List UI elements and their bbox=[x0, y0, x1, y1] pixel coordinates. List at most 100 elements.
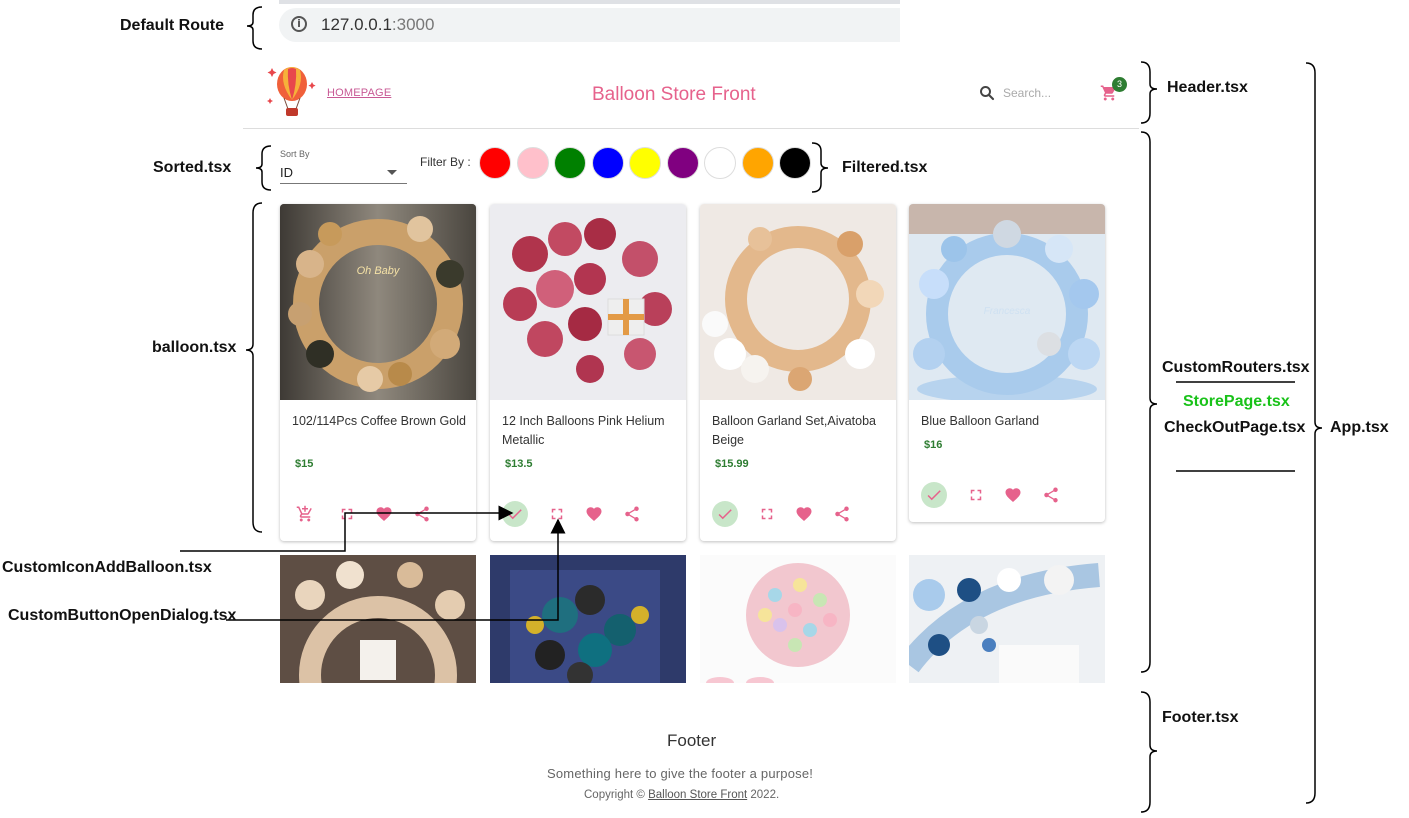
check-icon bbox=[508, 509, 522, 520]
chevron-down-icon[interactable] bbox=[387, 170, 397, 175]
footer-subtitle: Something here to give the footer a purp… bbox=[547, 766, 814, 781]
product-image[interactable]: Francesca bbox=[909, 204, 1105, 400]
heart-icon bbox=[376, 507, 392, 522]
address-bar[interactable]: i 127.0.0.1:3000 bbox=[279, 8, 900, 42]
heart-icon bbox=[1005, 488, 1021, 503]
favorite-button[interactable] bbox=[791, 501, 817, 527]
product-name: Balloon Garland Set,Aivatoba Beige bbox=[712, 414, 876, 447]
open-dialog-button[interactable] bbox=[334, 501, 360, 527]
color-swatch[interactable] bbox=[666, 147, 699, 179]
product-price: $13.5 bbox=[505, 458, 533, 470]
url-host: 127.0.0.1 bbox=[321, 15, 392, 34]
share-icon bbox=[625, 506, 639, 522]
annotation-default-route: Default Route bbox=[120, 17, 224, 34]
product-card bbox=[490, 555, 686, 683]
product-image[interactable] bbox=[490, 555, 686, 683]
annotation-app: App.tsx bbox=[1330, 419, 1389, 436]
fullscreen-icon bbox=[761, 508, 773, 520]
search-icon[interactable] bbox=[978, 84, 996, 102]
color-swatch[interactable] bbox=[779, 147, 811, 179]
open-dialog-button[interactable] bbox=[754, 501, 780, 527]
search-input[interactable]: Search... bbox=[1003, 86, 1051, 100]
cart-count-badge: 3 bbox=[1112, 77, 1127, 92]
product-card bbox=[700, 555, 896, 683]
footer-copyright: Copyright © Balloon Store Front 2022. bbox=[584, 789, 779, 801]
annotation-header: Header.tsx bbox=[1167, 79, 1248, 96]
product-price: $16 bbox=[924, 439, 943, 451]
filter-label: Filter By : bbox=[420, 155, 471, 169]
sort-label: Sort By bbox=[280, 149, 310, 159]
sort-underline bbox=[280, 183, 407, 184]
add-cart-icon bbox=[296, 505, 312, 522]
fullscreen-icon bbox=[551, 508, 563, 520]
homepage-link[interactable]: HOMEPAGE bbox=[327, 87, 391, 99]
heart-icon bbox=[796, 507, 812, 522]
check-icon bbox=[718, 509, 732, 520]
copyright-suffix: 2022. bbox=[747, 789, 780, 801]
color-swatch[interactable] bbox=[629, 147, 661, 179]
store-title: Balloon Store Front bbox=[592, 84, 756, 105]
browser-chrome-top bbox=[279, 0, 900, 4]
share-icon bbox=[415, 506, 429, 522]
check-icon bbox=[927, 490, 941, 501]
annotation-custom-routers: CustomRouters.tsx bbox=[1162, 359, 1310, 376]
info-icon[interactable]: i bbox=[291, 16, 307, 32]
product-price: $15.99 bbox=[715, 458, 749, 470]
annotation-balloon: balloon.tsx bbox=[152, 339, 237, 356]
product-card: Oh Baby 102/114Pcs Coffee Brown Gold $15 bbox=[280, 204, 476, 541]
product-image[interactable] bbox=[700, 555, 896, 683]
annotation-checkout-page: CheckOutPage.tsx bbox=[1164, 419, 1306, 436]
in-cart-button[interactable] bbox=[502, 501, 528, 527]
product-card: Balloon Garland Set,Aivatoba Beige $15.9… bbox=[700, 204, 896, 541]
add-to-cart-button[interactable] bbox=[292, 501, 318, 527]
url-port: :3000 bbox=[391, 15, 435, 34]
fullscreen-icon bbox=[970, 489, 982, 501]
favorite-button[interactable] bbox=[581, 501, 607, 527]
product-card bbox=[280, 555, 476, 683]
share-icon bbox=[1044, 487, 1058, 503]
share-button[interactable] bbox=[1038, 482, 1064, 508]
search-box[interactable]: Search... bbox=[978, 84, 1078, 104]
product-image[interactable] bbox=[700, 204, 896, 400]
color-swatch[interactable] bbox=[591, 147, 624, 179]
share-button[interactable] bbox=[619, 501, 645, 527]
favorite-button[interactable] bbox=[1000, 482, 1026, 508]
product-image[interactable] bbox=[280, 555, 476, 683]
share-button[interactable] bbox=[409, 501, 435, 527]
copyright-link[interactable]: Balloon Store Front bbox=[648, 789, 747, 801]
color-swatch[interactable] bbox=[554, 147, 586, 179]
color-swatch[interactable] bbox=[479, 147, 511, 179]
share-button[interactable] bbox=[829, 501, 855, 527]
in-cart-button[interactable] bbox=[921, 482, 947, 508]
product-image[interactable]: Oh Baby bbox=[280, 204, 476, 400]
product-price: $15 bbox=[295, 458, 314, 470]
balloon-logo-icon[interactable] bbox=[264, 62, 320, 122]
address-url[interactable]: 127.0.0.1:3000 bbox=[321, 15, 434, 35]
product-card bbox=[909, 555, 1105, 683]
product-card: 12 Inch Balloons Pink Helium Metallic $1… bbox=[490, 204, 686, 541]
footer-title: Footer bbox=[667, 731, 717, 750]
fullscreen-icon bbox=[341, 508, 353, 520]
color-swatch[interactable] bbox=[704, 147, 736, 179]
open-dialog-button[interactable] bbox=[963, 482, 989, 508]
share-icon bbox=[835, 506, 849, 522]
open-dialog-button[interactable] bbox=[544, 501, 570, 527]
annotation-footer: Footer.tsx bbox=[1162, 709, 1239, 726]
product-card: Francesca Blue Balloon Garland $16 bbox=[909, 204, 1105, 522]
annotation-store-page: StorePage.tsx bbox=[1183, 393, 1290, 410]
copyright-prefix: Copyright © bbox=[584, 789, 649, 801]
svg-text:Oh Baby: Oh Baby bbox=[357, 265, 401, 277]
color-swatch[interactable] bbox=[741, 147, 774, 179]
in-cart-button[interactable] bbox=[712, 501, 738, 527]
annotation-custom-button-dialog: CustomButtonOpenDialog.tsx bbox=[8, 607, 237, 624]
heart-icon bbox=[586, 507, 602, 522]
product-name: 102/114Pcs Coffee Brown Gold bbox=[292, 414, 466, 428]
favorite-button[interactable] bbox=[371, 501, 397, 527]
product-image[interactable] bbox=[909, 555, 1105, 683]
product-name: 12 Inch Balloons Pink Helium Metallic bbox=[502, 414, 665, 447]
sort-select[interactable]: ID bbox=[280, 165, 293, 180]
color-swatch[interactable] bbox=[516, 147, 549, 179]
product-name: Blue Balloon Garland bbox=[921, 414, 1040, 428]
header-divider bbox=[243, 128, 1139, 129]
product-image[interactable] bbox=[490, 204, 686, 400]
